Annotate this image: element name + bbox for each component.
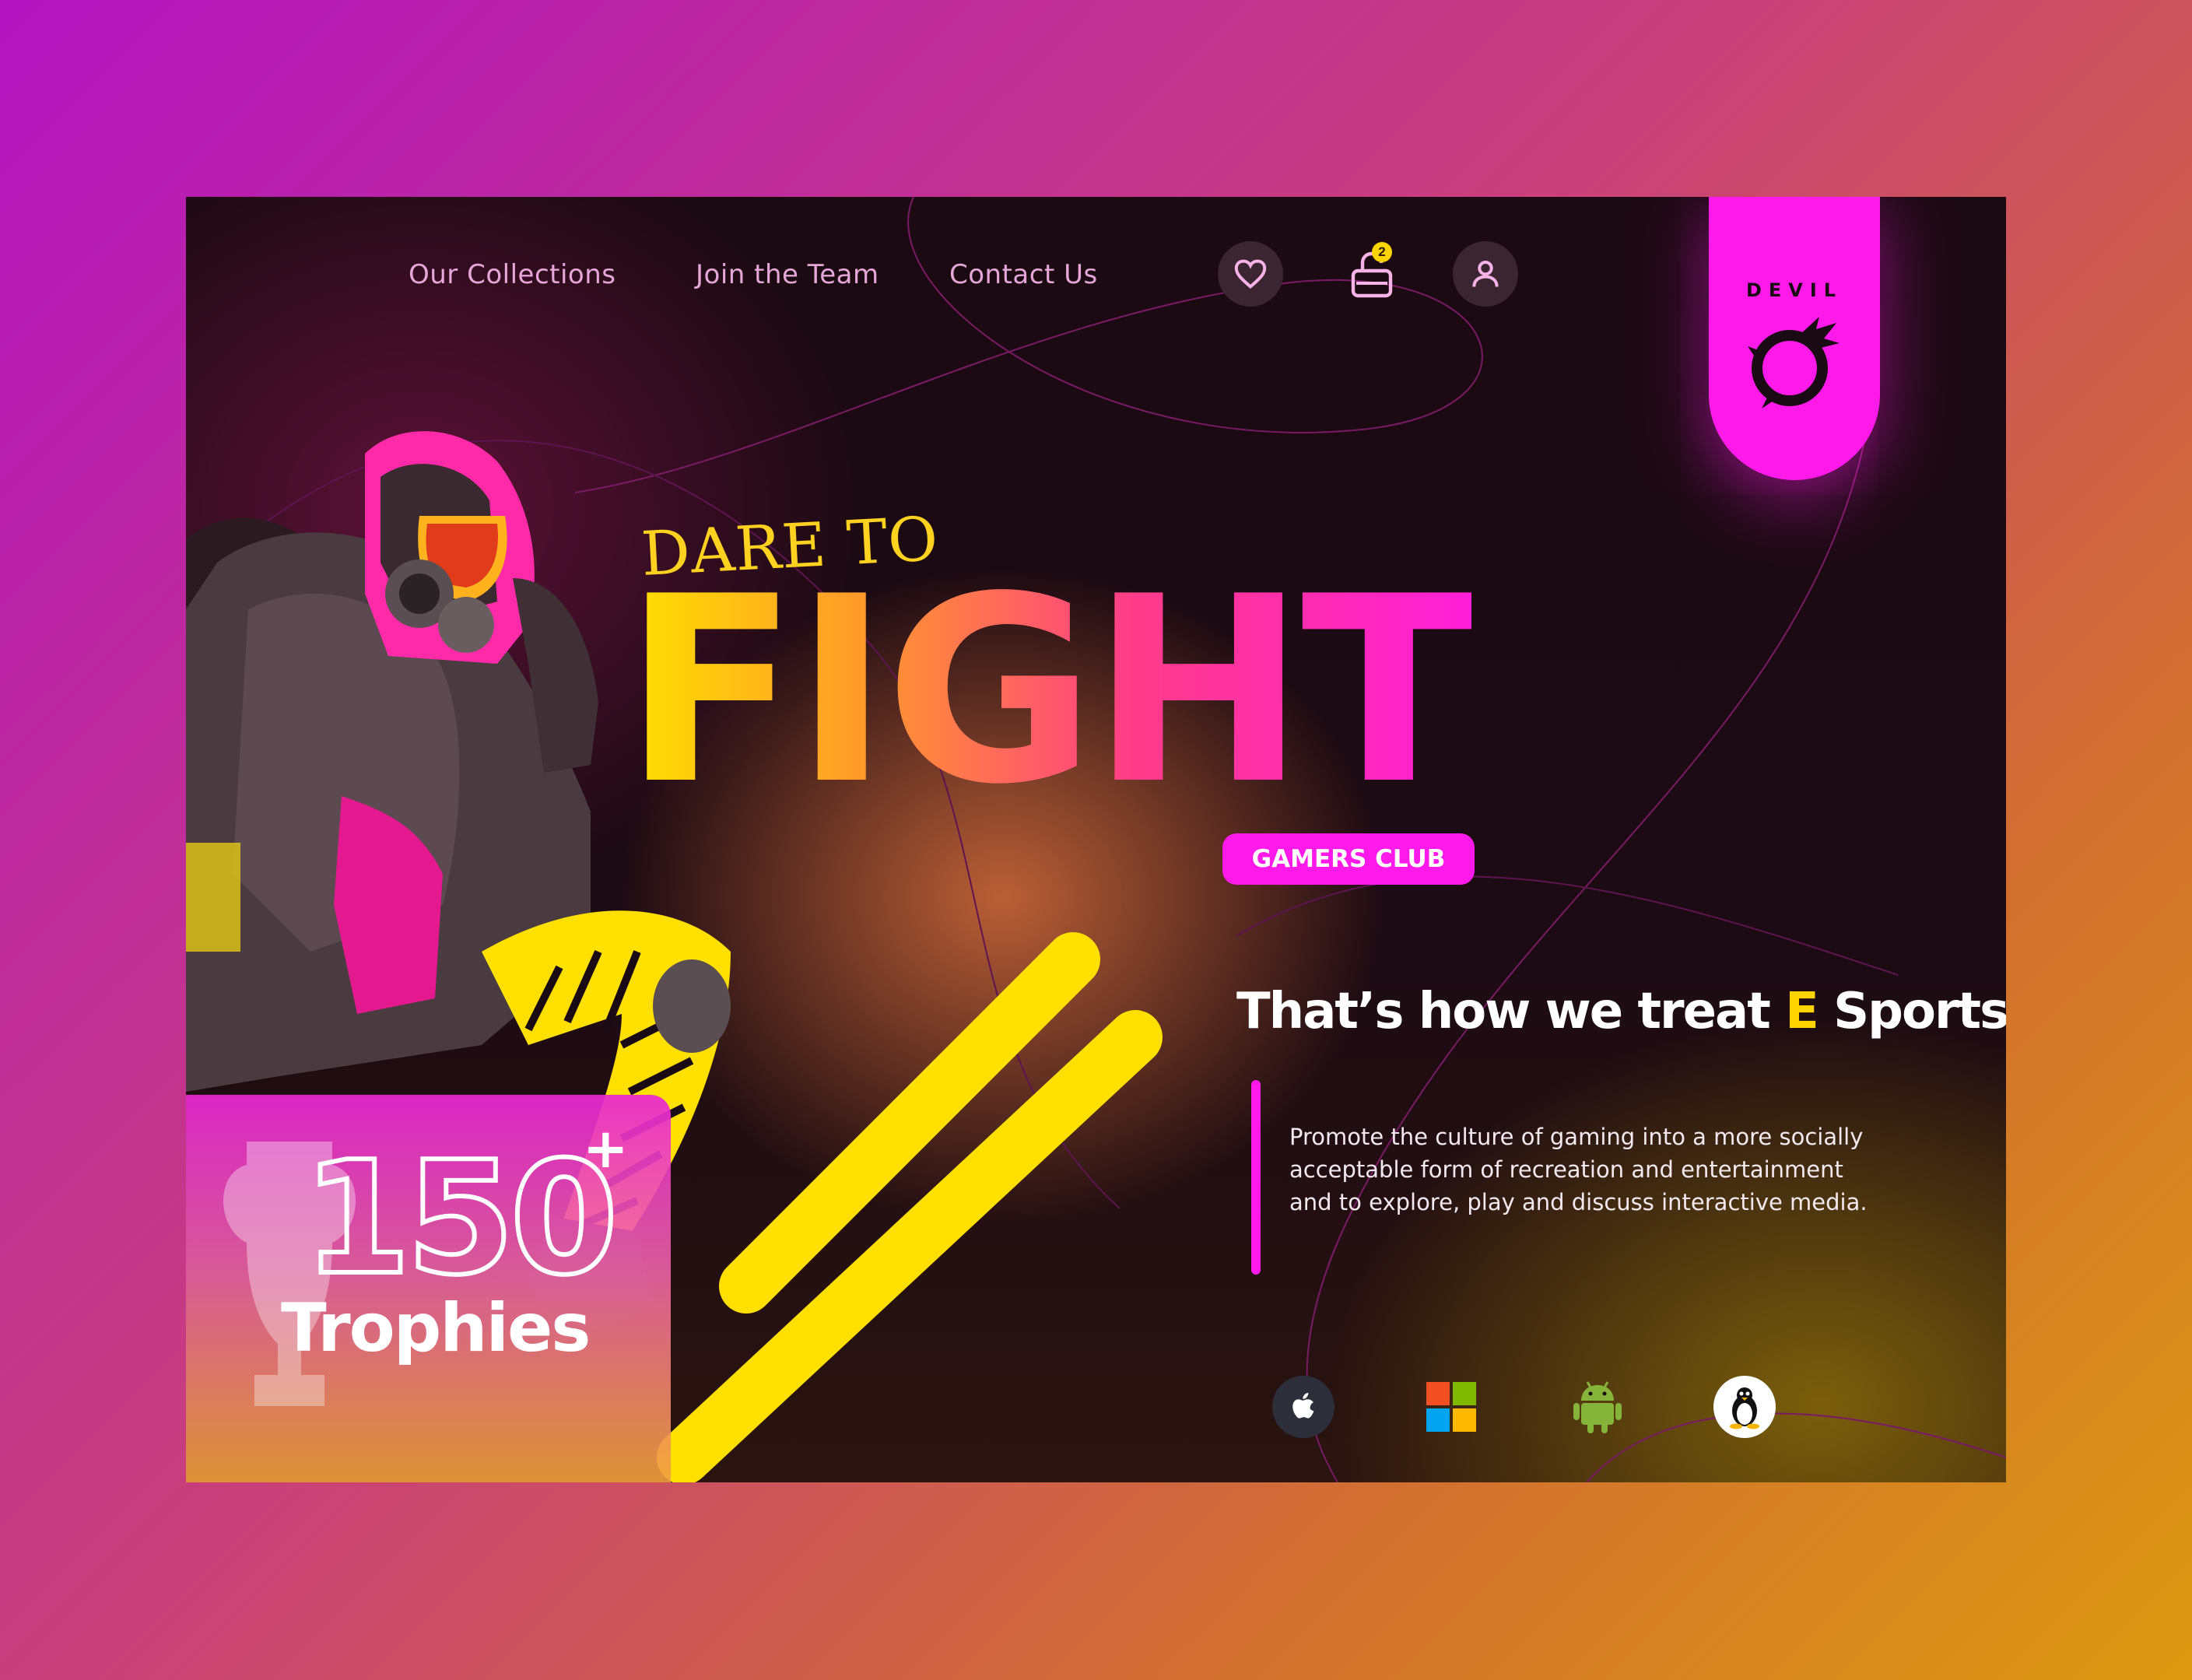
platform-linux[interactable] bbox=[1713, 1376, 1776, 1438]
hero-frame: Our Collections Join the Team Contact Us… bbox=[186, 197, 2006, 1482]
tagline-text-2: Sports bbox=[1817, 983, 2006, 1040]
android-icon bbox=[1573, 1381, 1622, 1433]
trophies-card: 150 + Trophies bbox=[186, 1095, 671, 1482]
tagline-text-1: That’s how we treat bbox=[1236, 983, 1786, 1040]
platform-android[interactable] bbox=[1566, 1376, 1629, 1438]
platform-apple[interactable] bbox=[1272, 1376, 1334, 1438]
linux-icon bbox=[1730, 1387, 1759, 1429]
hero-description: Promote the culture of gaming into a mor… bbox=[1289, 1124, 1868, 1215]
platform-windows[interactable] bbox=[1420, 1376, 1482, 1438]
apple-icon bbox=[1292, 1392, 1314, 1419]
trophy-label: Trophies bbox=[281, 1289, 591, 1367]
hero-title: FIGHT bbox=[623, 542, 1476, 840]
tagline: That’s how we treat E Sports bbox=[1236, 983, 2006, 1040]
trophy-plus: + bbox=[583, 1117, 629, 1180]
gamers-club-pill[interactable]: GAMERS CLUB bbox=[1222, 833, 1475, 885]
tagline-highlight: E bbox=[1785, 983, 1819, 1040]
description-accent-bar bbox=[1251, 1080, 1261, 1275]
windows-icon bbox=[1426, 1382, 1476, 1432]
trophy-count: 150 bbox=[300, 1128, 620, 1310]
